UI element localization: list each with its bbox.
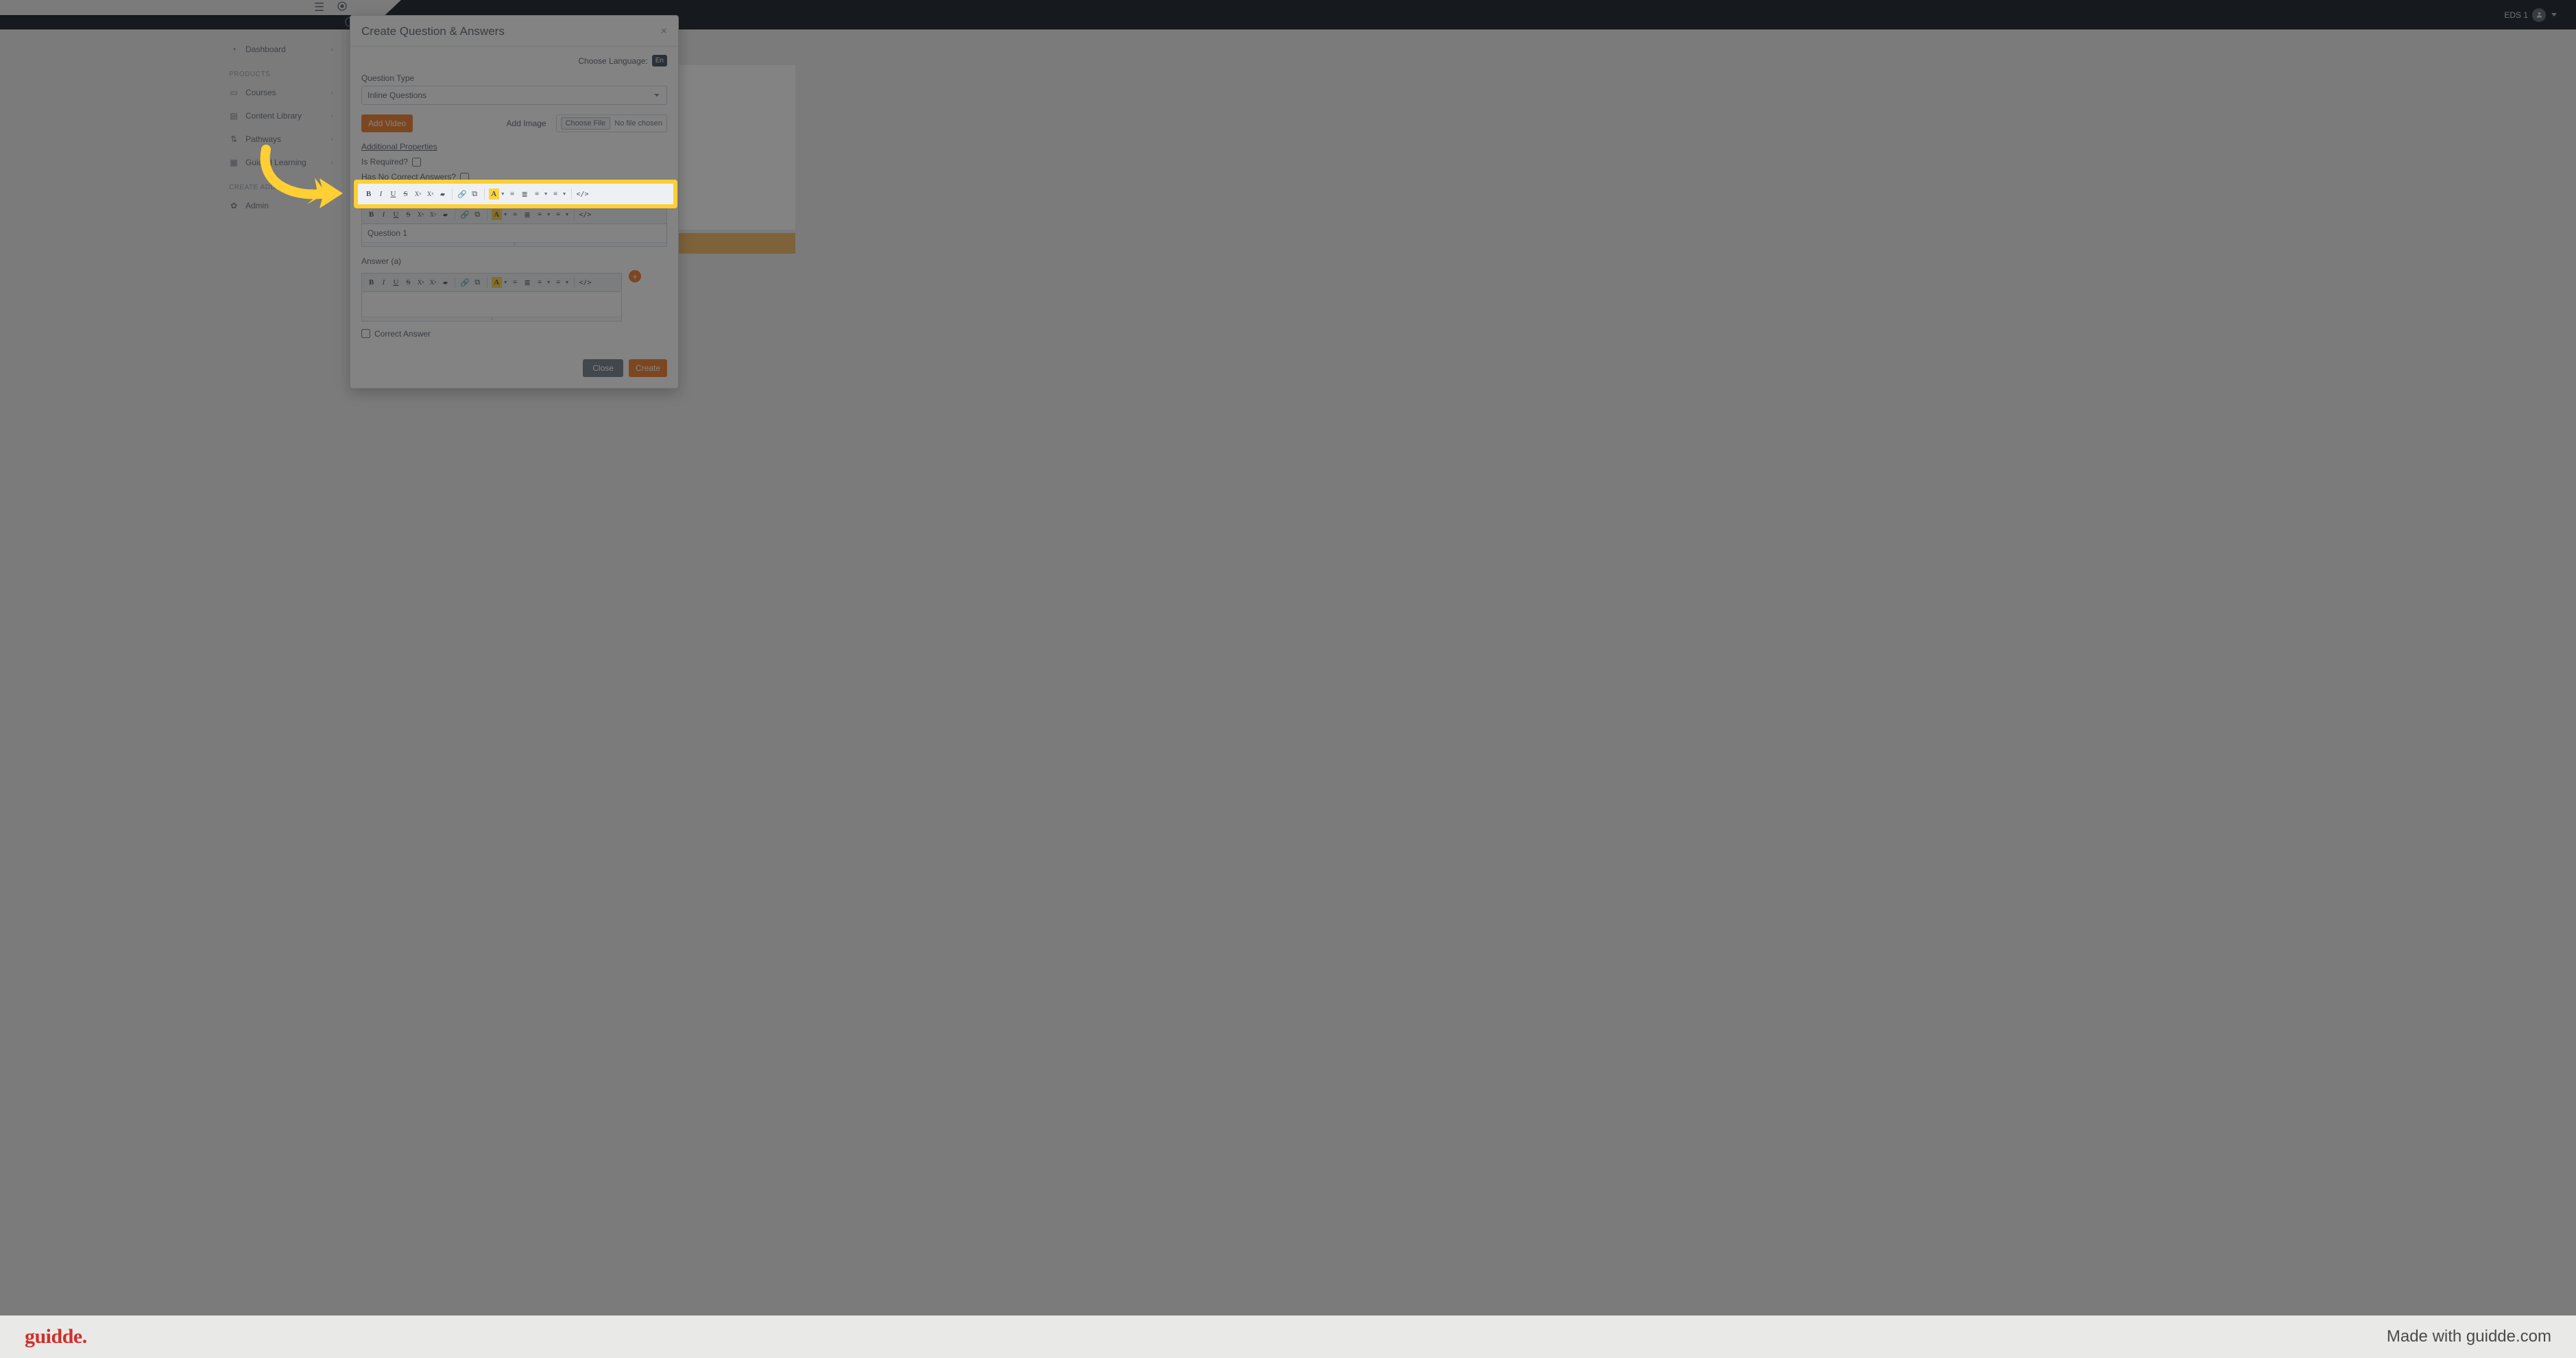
highlighted-toolbar: B I U S X X 🔗 ⧉ A ▼ ▼ ▼ — [358, 184, 673, 204]
highlight-region: B I U S X X 🔗 ⧉ A ▼ ▼ ▼ — [354, 180, 677, 208]
code-view-icon[interactable] — [576, 189, 590, 199]
italic-icon[interactable]: I — [376, 189, 386, 199]
unordered-list-icon[interactable] — [507, 189, 518, 199]
superscript-icon[interactable]: X — [413, 189, 423, 199]
watermark-footer: guidde. Made with guidde.com — [0, 1315, 2576, 1358]
subscript-icon[interactable]: X — [425, 189, 435, 199]
text-color-icon[interactable]: A — [489, 189, 499, 199]
toolbar-separator — [452, 189, 453, 199]
strike-icon[interactable]: S — [400, 189, 411, 199]
toolbar-separator — [484, 189, 485, 199]
chevron-down-icon[interactable]: ▼ — [562, 192, 567, 197]
toolbar-separator — [571, 189, 572, 199]
app-stage: EDS 1 ☰ C ◔Dashboard › PRODUCTS ▭Courses… — [0, 0, 2576, 1358]
indent-icon[interactable] — [532, 189, 542, 199]
clear-format-icon[interactable] — [437, 189, 448, 199]
chevron-down-icon[interactable]: ▼ — [501, 192, 505, 197]
guidde-logo: guidde. — [25, 1325, 87, 1348]
link-icon[interactable]: 🔗 — [457, 189, 468, 199]
bold-icon[interactable]: B — [363, 189, 374, 199]
made-with-label: Made with guidde.com — [2387, 1327, 2551, 1346]
chevron-down-icon[interactable]: ▼ — [544, 192, 549, 197]
align-icon[interactable] — [551, 189, 561, 199]
underline-icon[interactable]: U — [388, 189, 398, 199]
unlink-icon[interactable]: ⧉ — [470, 189, 480, 199]
ordered-list-icon[interactable] — [520, 189, 530, 199]
arrow-annotation — [252, 144, 355, 219]
